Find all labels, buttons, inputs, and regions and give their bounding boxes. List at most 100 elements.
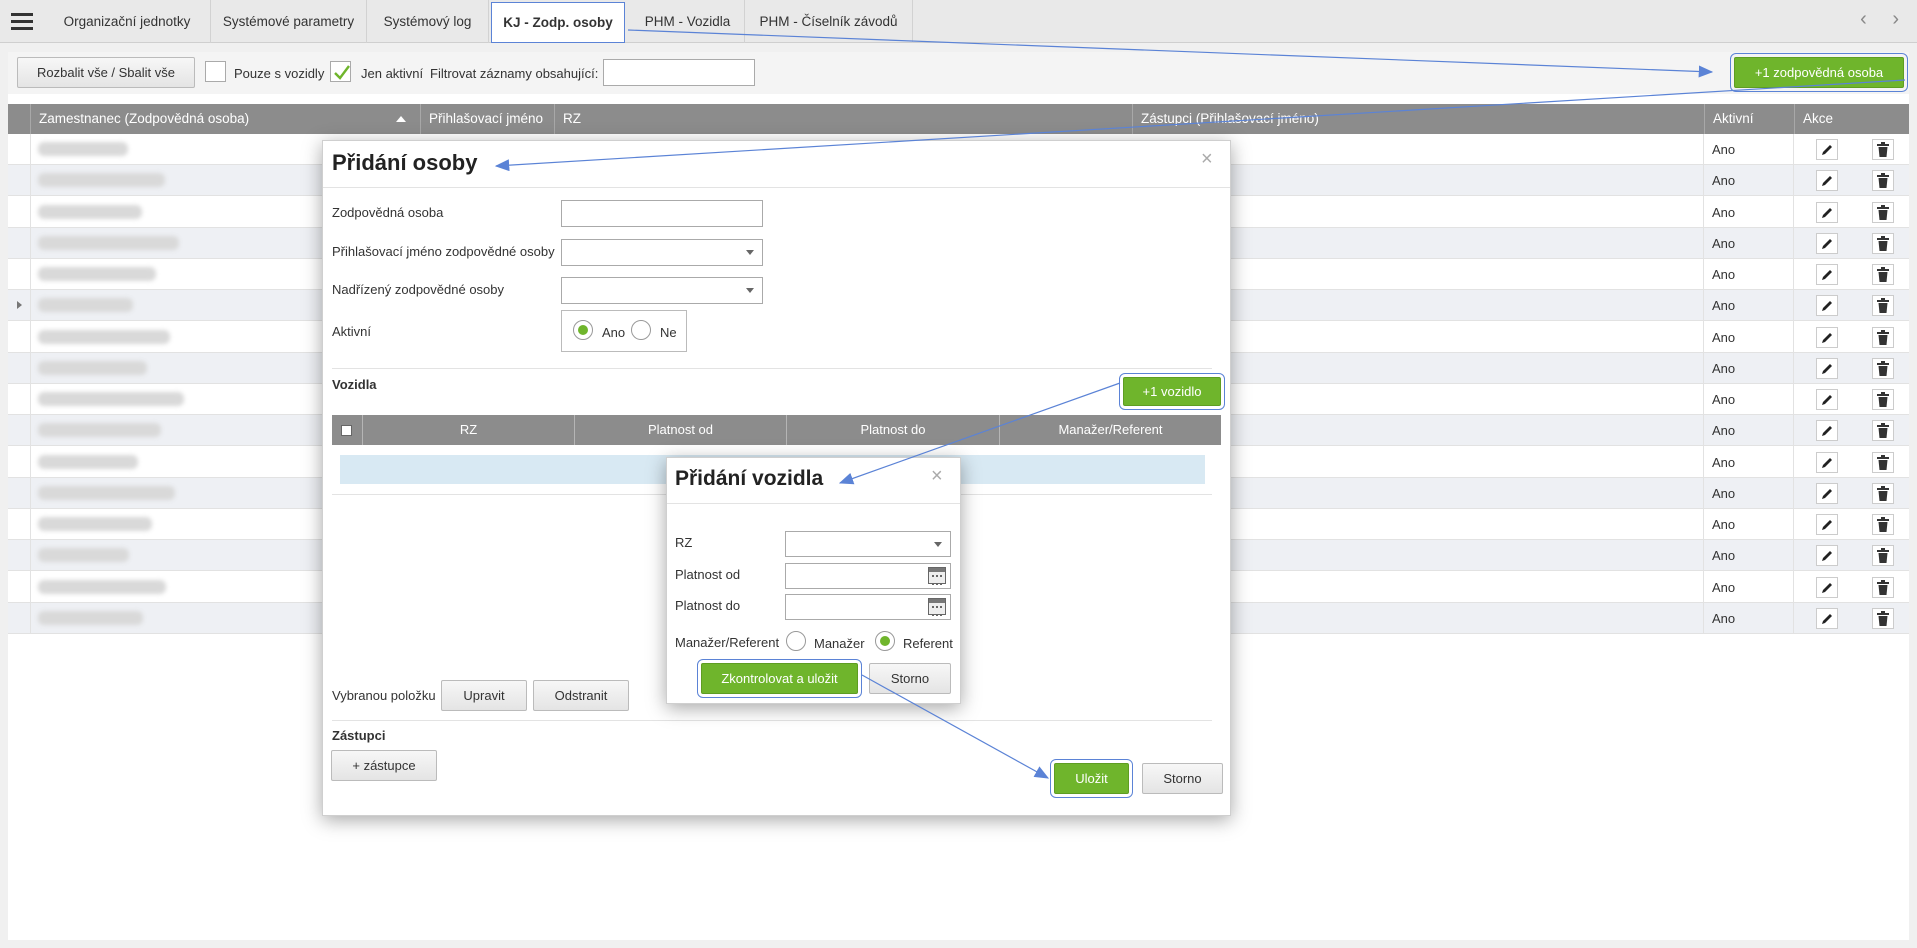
close-icon[interactable]: × [931,465,943,488]
hamburger-menu-icon[interactable] [0,0,44,43]
tab-systemove-parametry[interactable]: Systémové parametry [211,0,367,43]
pencil-icon[interactable] [1816,170,1838,191]
filter-input[interactable] [603,59,755,86]
pencil-icon[interactable] [1816,577,1838,598]
referent-label: Referent [903,636,953,651]
employee-name-redacted [38,580,166,594]
add-responsible-person-button[interactable]: +1 zodpovědná osoba [1730,53,1908,92]
pencil-icon[interactable] [1816,545,1838,566]
superior-select[interactable] [561,277,763,304]
cancel-button[interactable]: Storno [1142,763,1223,794]
calendar-icon[interactable] [928,567,946,585]
col-deputies[interactable]: Zástupci (Přihlašovací jméno) [1132,104,1712,134]
pencil-icon[interactable] [1816,202,1838,223]
save-button[interactable]: Uložit [1050,759,1133,798]
trash-icon[interactable] [1872,389,1894,410]
expand-row-icon[interactable] [17,301,22,309]
trash-icon[interactable] [1872,264,1894,285]
vehicle-cancel-button[interactable]: Storno [869,663,951,694]
trash-icon[interactable] [1872,420,1894,441]
pencil-icon[interactable] [1816,452,1838,473]
pencil-icon[interactable] [1816,233,1838,254]
trash-icon[interactable] [1872,170,1894,191]
referent-radio[interactable] [875,631,895,651]
responsible-person-label: Zodpovědná osoba [332,205,444,220]
trash-icon[interactable] [1872,577,1894,598]
pencil-icon[interactable] [1816,327,1838,348]
column-separator [1703,134,1704,634]
col-rz[interactable]: RZ [554,104,1132,134]
add-vehicle-dialog-title: Přidání vozidla [675,467,824,490]
remove-button[interactable]: Odstranit [533,680,629,711]
add-vehicle-button[interactable]: +1 vozidlo [1119,373,1225,410]
employee-name-redacted [38,517,152,531]
col-employee[interactable]: Zamestnanec (Zodpovědná osoba) [30,104,420,134]
check-and-save-button[interactable]: Zkontrolovat a uložit [697,659,862,698]
active-cell: Ano [1712,580,1736,595]
login-name-select[interactable] [561,239,763,266]
pencil-icon[interactable] [1816,264,1838,285]
responsible-person-input[interactable] [561,200,763,227]
vehicle-col-role[interactable]: Manažer/Referent [999,415,1221,445]
valid-from-input[interactable] [785,563,951,589]
vehicle-col-valid-to[interactable]: Platnost do [786,415,999,445]
col-active[interactable]: Aktivní [1704,104,1794,134]
pencil-icon[interactable] [1816,420,1838,441]
chevron-down-icon [934,542,942,547]
add-person-dialog-title: Přidání osoby [332,150,478,175]
tab-scroll-arrows[interactable]: ‹ › [1860,8,1909,31]
valid-to-input[interactable] [785,594,951,620]
employee-name-redacted [38,330,170,344]
vehicles-table-header: RZ Platnost od Platnost do Manažer/Refer… [332,415,1221,445]
pencil-icon[interactable] [1816,295,1838,316]
trash-icon[interactable] [1872,358,1894,379]
active-cell: Ano [1712,611,1736,626]
valid-to-label: Platnost do [675,598,741,613]
pencil-icon[interactable] [1816,389,1838,410]
add-deputy-button[interactable]: + zástupce [331,750,437,781]
vehicle-col-valid-from[interactable]: Platnost od [574,415,786,445]
trash-icon[interactable] [1872,139,1894,160]
active-cell: Ano [1712,330,1736,345]
trash-icon[interactable] [1872,483,1894,504]
only-active-checkbox[interactable] [330,61,351,82]
pencil-icon[interactable] [1816,139,1838,160]
close-icon[interactable]: × [1201,148,1213,171]
only-vehicles-checkbox[interactable] [205,61,226,82]
pencil-icon[interactable] [1816,608,1838,629]
sort-up-icon[interactable] [396,116,406,122]
trash-icon[interactable] [1872,233,1894,254]
col-employee-label: Zamestnanec (Zodpovědná osoba) [39,111,250,126]
tab-kj-zodp-osoby[interactable]: KJ - Zodp. osoby [491,2,625,43]
active-no-radio[interactable] [631,320,651,340]
rz-select[interactable] [785,531,951,557]
employee-name-redacted [38,173,165,187]
manager-radio[interactable] [786,631,806,651]
tab-phm-ciselnik-zavodu[interactable]: PHM - Číselník závodů [745,0,913,43]
trash-icon[interactable] [1872,452,1894,473]
calendar-icon[interactable] [928,598,946,616]
divider [667,503,960,504]
only-vehicles-label: Pouze s vozidly [234,66,325,81]
trash-icon[interactable] [1872,545,1894,566]
employee-name-redacted [38,423,161,437]
select-all-checkbox[interactable] [341,425,352,436]
vehicle-col-rz[interactable]: RZ [362,415,574,445]
trash-icon[interactable] [1872,327,1894,348]
pencil-icon[interactable] [1816,358,1838,379]
active-yes-radio[interactable] [573,320,593,340]
expand-collapse-button[interactable]: Rozbalit vše / Sbalit vše [17,57,195,88]
trash-icon[interactable] [1872,295,1894,316]
active-cell: Ano [1712,205,1736,220]
trash-icon[interactable] [1872,202,1894,223]
tab-systemovy-log[interactable]: Systémový log [367,0,489,43]
tab-organizacni-jednotky[interactable]: Organizační jednotky [44,0,211,43]
edit-button[interactable]: Upravit [441,680,527,711]
trash-icon[interactable] [1872,514,1894,535]
pencil-icon[interactable] [1816,483,1838,504]
trash-icon[interactable] [1872,608,1894,629]
login-name-label: Přihlašovací jméno zodpovědné osoby [332,244,555,259]
tab-phm-vozidla[interactable]: PHM - Vozidla [631,0,745,43]
col-login[interactable]: Přihlašovací jméno [420,104,554,134]
pencil-icon[interactable] [1816,514,1838,535]
